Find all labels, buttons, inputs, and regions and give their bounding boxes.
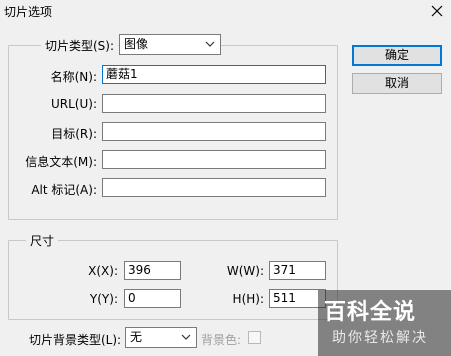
alt-tag-label: Alt 标记(A): xyxy=(31,183,97,197)
watermark-main-text: 百科全说 xyxy=(324,300,417,325)
ok-button[interactable]: 确定 xyxy=(352,45,442,66)
url-input[interactable] xyxy=(102,94,326,113)
name-label: 名称(N): xyxy=(50,70,97,84)
message-text-input[interactable] xyxy=(102,150,326,169)
chevron-down-icon xyxy=(205,41,215,47)
url-label: URL(U): xyxy=(51,97,97,111)
slice-type-label: 切片类型(S): xyxy=(41,37,119,54)
dimensions-group xyxy=(8,240,338,320)
watermark: 百科全说 助你轻松解决 xyxy=(318,290,451,356)
close-icon[interactable] xyxy=(428,2,446,20)
w-input[interactable]: 371 xyxy=(269,261,326,280)
dialog-title: 切片选项 xyxy=(4,5,53,19)
chevron-down-icon xyxy=(181,334,191,340)
slice-type-select[interactable]: 图像 xyxy=(119,34,221,55)
x-input[interactable]: 396 xyxy=(124,261,181,280)
y-input[interactable]: 0 xyxy=(124,289,181,308)
w-label: W(W): xyxy=(226,264,264,278)
slice-type-value: 图像 xyxy=(124,37,149,51)
target-input[interactable] xyxy=(102,122,326,141)
target-label: 目标(R): xyxy=(51,127,97,141)
y-label: Y(Y): xyxy=(89,292,118,306)
name-input[interactable]: 蘑菇1 xyxy=(102,65,326,84)
h-label: H(H): xyxy=(232,292,264,306)
background-type-select[interactable]: 无 xyxy=(125,327,197,348)
dimensions-label: 尺寸 xyxy=(26,232,59,249)
background-type-label: 切片背景类型(L): xyxy=(29,333,122,347)
background-type-value: 无 xyxy=(130,330,143,344)
alt-tag-input[interactable] xyxy=(102,178,326,197)
background-color-swatch[interactable] xyxy=(248,331,261,344)
background-color-label: 背景色: xyxy=(201,333,242,347)
cancel-button[interactable]: 取消 xyxy=(352,73,442,94)
message-text-label: 信息文本(M): xyxy=(25,155,97,169)
watermark-sub-text: 助你轻松解决 xyxy=(332,330,428,346)
x-label: X(X): xyxy=(88,264,118,278)
